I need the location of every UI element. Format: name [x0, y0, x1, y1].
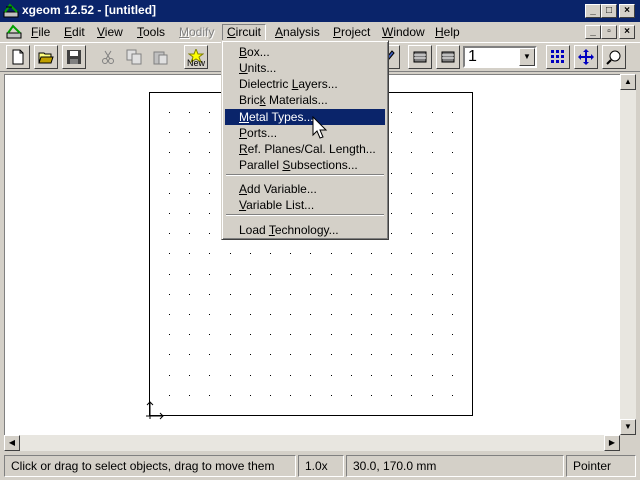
- menu-tools[interactable]: Tools: [133, 24, 169, 41]
- title-bar: xgeom 12.52 - [untitled] _ □ ×: [0, 0, 640, 22]
- grid-icon: [551, 50, 564, 63]
- status-hint: Click or drag to select objects, drag to…: [4, 455, 296, 477]
- layers-up-icon: [413, 51, 427, 63]
- menu-edit[interactable]: Edit: [60, 24, 89, 41]
- doc-restore-button[interactable]: ▫: [601, 25, 617, 39]
- level-select[interactable]: 1 ▼: [463, 46, 537, 68]
- menu-item-parallel-subsections[interactable]: Parallel Subsections...: [225, 157, 385, 173]
- vertical-scrollbar[interactable]: ▲ ▼: [620, 74, 636, 435]
- scroll-left-icon[interactable]: ◀: [4, 435, 20, 451]
- menu-window[interactable]: Window: [378, 24, 429, 41]
- circuit-menu-dropdown: Box... Units... Dielectric Layers... Brick …: [221, 40, 389, 240]
- menu-item-metal-types[interactable]: Metal Types...: [225, 109, 385, 125]
- magnifier-icon: [606, 50, 621, 65]
- menu-project[interactable]: Project: [329, 24, 374, 41]
- copy-button[interactable]: [122, 45, 146, 69]
- origin-marker: [146, 401, 164, 420]
- menu-circuit[interactable]: Circuit: [222, 24, 267, 41]
- save-button[interactable]: [62, 45, 86, 69]
- new-item-label: New: [187, 58, 206, 68]
- open-file-button[interactable]: [34, 45, 58, 69]
- doc-minimize-button[interactable]: _: [585, 25, 601, 39]
- menu-help[interactable]: Help: [431, 24, 464, 41]
- paste-icon: [153, 51, 168, 65]
- menu-modify[interactable]: Modify: [175, 24, 218, 41]
- menu-separator: [226, 214, 384, 216]
- scroll-up-icon[interactable]: ▲: [620, 74, 636, 90]
- menu-item-box[interactable]: Box...: [225, 44, 385, 60]
- menu-item-variable-list[interactable]: Variable List...: [225, 197, 385, 213]
- scroll-corner: [620, 435, 636, 451]
- menu-item-brick-materials[interactable]: Brick Materials...: [225, 92, 385, 108]
- new-item-button[interactable]: New: [184, 45, 208, 69]
- pan-button[interactable]: [574, 45, 598, 69]
- close-button[interactable]: ×: [619, 4, 635, 18]
- menu-item-ports[interactable]: Ports...: [225, 125, 385, 141]
- grid-toggle-button[interactable]: [546, 45, 570, 69]
- app-icon[interactable]: [3, 3, 19, 19]
- open-folder-icon: [38, 52, 54, 64]
- menu-separator: [226, 174, 384, 176]
- copy-icon: [126, 49, 142, 65]
- paste-button[interactable]: [148, 45, 172, 69]
- menu-item-units[interactable]: Units...: [225, 60, 385, 76]
- level-select-value: 1: [468, 48, 477, 65]
- scroll-down-icon[interactable]: ▼: [620, 419, 636, 435]
- new-file-button[interactable]: [6, 45, 30, 69]
- status-bar: Click or drag to select objects, drag to…: [0, 452, 640, 480]
- menu-item-add-variable[interactable]: Add Variable...: [225, 181, 385, 197]
- menu-bar: File Edit View Tools Modify Circuit Analysis Pr…: [0, 22, 640, 42]
- doc-close-button[interactable]: ×: [619, 25, 635, 39]
- status-coords: 30.0, 170.0 mm: [346, 455, 564, 477]
- window-title: xgeom 12.52 - [untitled]: [22, 3, 157, 17]
- cut-button[interactable]: [96, 45, 120, 69]
- mouse-pointer-icon: [312, 116, 328, 139]
- layers-down-icon: [441, 51, 455, 63]
- chevron-down-icon[interactable]: ▼: [519, 48, 535, 66]
- save-disk-icon: [67, 50, 81, 64]
- menu-item-ref-planes-cal-length[interactable]: Ref. Planes/Cal. Length...: [225, 141, 385, 157]
- layer-down-button[interactable]: [436, 45, 460, 69]
- horizontal-scrollbar[interactable]: ◀ ▶: [4, 435, 620, 451]
- menu-file[interactable]: File: [27, 24, 54, 41]
- zoom-button[interactable]: [602, 45, 626, 69]
- menu-item-load-technology[interactable]: Load Technology...: [225, 222, 385, 238]
- document-icon[interactable]: [6, 24, 22, 40]
- menu-view[interactable]: View: [93, 24, 127, 41]
- scissors-icon: [102, 50, 114, 64]
- layer-up-button[interactable]: [408, 45, 432, 69]
- new-file-icon: [12, 49, 24, 65]
- menu-analysis[interactable]: Analysis: [271, 24, 324, 41]
- maximize-button[interactable]: □: [601, 4, 617, 18]
- status-zoom: 1.0x: [298, 455, 344, 477]
- menu-item-dielectric-layers[interactable]: Dielectric Layers...: [225, 76, 385, 92]
- scroll-right-icon[interactable]: ▶: [604, 435, 620, 451]
- minimize-button[interactable]: _: [585, 4, 601, 18]
- status-mode: Pointer: [566, 455, 636, 477]
- move-arrows-icon: [578, 49, 594, 65]
